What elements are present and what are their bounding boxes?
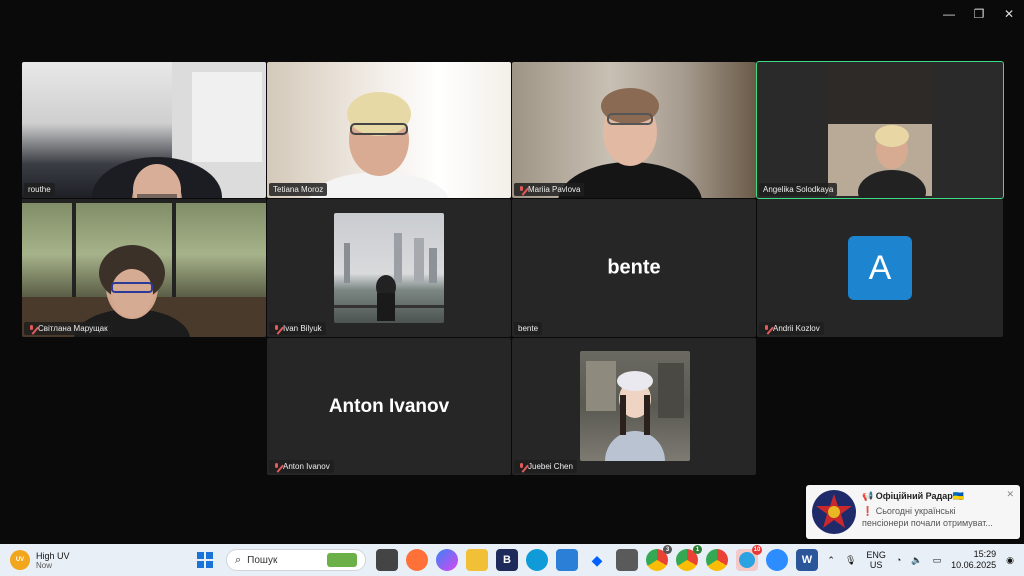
search-placeholder: Пошук	[247, 554, 278, 566]
maximize-button[interactable]: ❐	[964, 0, 994, 28]
notification-badge: 10	[752, 545, 762, 555]
firefox-icon[interactable]	[406, 549, 428, 571]
person-silhouette	[22, 199, 266, 337]
mic-muted-icon	[273, 462, 280, 471]
b-app-icon[interactable]: B	[496, 549, 518, 571]
person-silhouette	[828, 64, 932, 198]
volume-icon[interactable]: 🔈	[911, 555, 922, 566]
participant-tile[interactable]: A Andrii Kozlov	[757, 199, 1003, 337]
participant-name-label: Anton Ivanov	[269, 460, 334, 473]
task-view-icon[interactable]	[376, 549, 398, 571]
participant-name-label: routhe	[24, 183, 55, 196]
chrome-alt-icon[interactable]	[706, 549, 728, 571]
participant-tile[interactable]: Anton Ivanov Anton Ivanov	[267, 338, 511, 475]
person-silhouette	[92, 62, 266, 198]
profile-photo	[580, 351, 690, 461]
weather-title: High UV	[36, 550, 70, 561]
chrome-icon[interactable]: 3	[646, 545, 672, 571]
dropbox-icon[interactable]: ◆	[586, 549, 608, 571]
search-icon: ⌕	[235, 553, 242, 566]
taskbar: UV High UV Now ⌕ Пошук B ◆ 3 1 10 W ⌃ 🎙 …	[0, 544, 1024, 576]
system-tray: ⌃ 🎙 ENG US ◔ 🔈 ▭ 15:29 10.06.2025 ◉	[827, 549, 1014, 571]
search-highlight-icon	[327, 553, 357, 567]
mic-muted-icon	[518, 462, 525, 471]
participant-tile[interactable]: Ivan Bilyuk	[267, 199, 511, 337]
participant-name-label: Angelika Solodkaya	[759, 183, 838, 196]
participant-tile[interactable]: Juebei Chen	[512, 338, 756, 475]
participant-tile[interactable]: Mariia Pavlova	[512, 62, 756, 198]
telegram-icon[interactable]: 10	[736, 545, 762, 571]
store-icon[interactable]	[556, 549, 578, 571]
notification-badge: 3	[663, 545, 672, 554]
participant-display-name: Anton Ivanov	[328, 395, 450, 417]
participant-tile-active-speaker[interactable]: Angelika Solodkaya	[756, 61, 1004, 199]
participant-name-label: Andrii Kozlov	[759, 322, 824, 335]
windows-start-icon[interactable]	[194, 549, 216, 571]
mic-muted-icon	[518, 185, 525, 194]
close-icon[interactable]: ✕	[1006, 489, 1014, 500]
close-button[interactable]: ✕	[994, 0, 1024, 28]
video-feed	[267, 62, 511, 198]
window-controls: — ❐ ✕	[934, 0, 1024, 28]
participant-display-name: bente	[607, 256, 661, 279]
notification-body: ❗ Сьогодні українські пенсіонери почали …	[862, 506, 993, 528]
notification-bell-icon[interactable]: ◉	[1006, 555, 1014, 566]
minimize-button[interactable]: —	[934, 0, 964, 28]
notification-badge: 1	[693, 545, 702, 554]
video-feed	[512, 62, 756, 198]
notification-toast[interactable]: 📢 Офіційний Радар🇺🇦 ✕ ❗ Сьогодні українс…	[806, 485, 1020, 539]
chrome-profile-icon[interactable]: 1	[676, 545, 702, 571]
participant-tile[interactable]: routhe	[22, 62, 266, 198]
participant-tile[interactable]: Світлана Марущак	[22, 199, 266, 337]
participant-tile[interactable]: Tetiana Moroz	[267, 62, 511, 198]
file-explorer-icon[interactable]	[466, 549, 488, 571]
taskbar-search[interactable]: ⌕ Пошук	[226, 549, 366, 571]
zoom-icon[interactable]	[766, 549, 788, 571]
battery-icon[interactable]: ▭	[933, 555, 942, 566]
participant-name-label: Juebei Chen	[514, 460, 577, 473]
mic-muted-icon	[273, 324, 280, 333]
notification-logo-icon	[812, 490, 856, 534]
video-feed	[757, 62, 1003, 198]
participant-name-label: bente	[514, 322, 543, 335]
participant-name-label: Mariia Pavlova	[514, 183, 585, 196]
mic-muted-icon	[763, 324, 770, 333]
language-indicator[interactable]: ENG US	[866, 550, 886, 570]
word-icon[interactable]: W	[796, 549, 818, 571]
video-feed	[22, 199, 266, 337]
profile-photo	[334, 213, 444, 323]
clock[interactable]: 15:29 10.06.2025	[951, 549, 996, 571]
uv-icon: UV	[10, 550, 30, 570]
participant-name-label: Tetiana Moroz	[269, 183, 328, 196]
person-silhouette	[558, 88, 702, 198]
video-feed	[22, 62, 266, 198]
avatar: A	[848, 236, 912, 300]
wifi-icon[interactable]: ◔	[896, 555, 901, 565]
participant-name-label: Ivan Bilyuk	[269, 322, 326, 335]
weather-widget[interactable]: UV High UV Now	[10, 550, 170, 570]
weather-subtitle: Now	[36, 560, 53, 570]
participant-tile[interactable]: bente bente	[512, 199, 756, 337]
person-silhouette	[309, 92, 449, 198]
photos-icon[interactable]	[616, 549, 638, 571]
notification-title: 📢 Офіційний Радар🇺🇦	[862, 491, 964, 501]
participant-name-label: Світлана Марущак	[24, 322, 112, 335]
edge-icon[interactable]	[526, 549, 548, 571]
mic-muted-icon	[28, 324, 35, 333]
copilot-icon[interactable]	[436, 549, 458, 571]
chevron-up-icon[interactable]: ⌃	[827, 555, 835, 566]
microphone-icon[interactable]: 🎙	[845, 555, 856, 566]
